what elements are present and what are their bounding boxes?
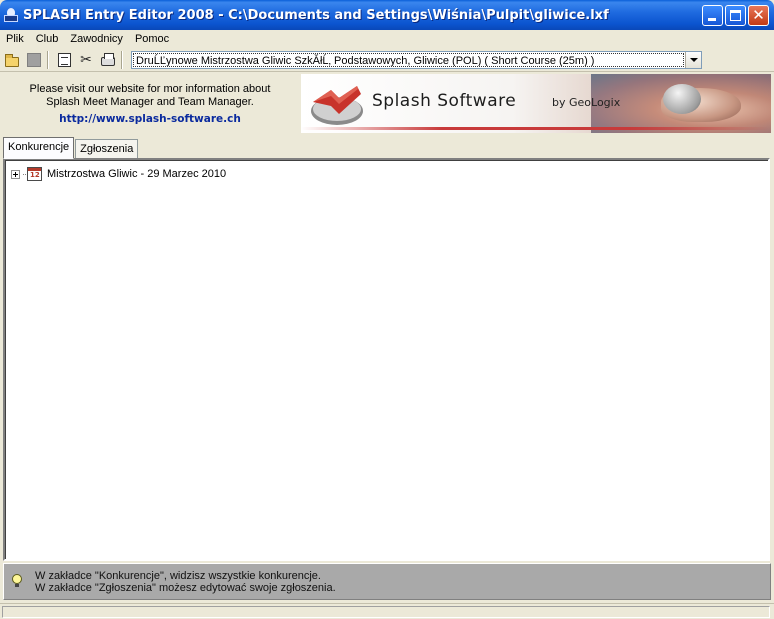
tab-konkurencje[interactable]: Konkurencje: [3, 137, 75, 159]
tree-item-meet[interactable]: Mistrzostwa Gliwic - 29 Marzec 2010: [11, 166, 226, 182]
tab-strip: Konkurencje Zgłoszenia: [0, 137, 774, 159]
close-button[interactable]: ✕: [748, 5, 769, 26]
toolbar-separator: [47, 50, 49, 69]
stop-button[interactable]: [24, 50, 44, 70]
print-button[interactable]: [98, 50, 118, 70]
info-text: Please visit our website for mor informa…: [29, 83, 271, 108]
banner-by: by GeoLogix: [552, 96, 621, 109]
tab-zgloszenia[interactable]: Zgłoszenia: [75, 139, 139, 159]
dropdown-button[interactable]: [685, 52, 701, 68]
status-panel: [2, 606, 770, 618]
minimize-icon: [708, 18, 716, 21]
meet-select-value[interactable]: DruĹĽynowe Mistrzostwa Gliwic SzkĂłĹ‚ Po…: [133, 53, 684, 67]
hint-text: W zakładce "Konkurencje", widzisz wszyst…: [35, 570, 336, 594]
menu-club[interactable]: Club: [30, 33, 65, 45]
toolbar-separator: [121, 50, 123, 69]
events-tree[interactable]: Mistrzostwa Gliwic - 29 Marzec 2010: [3, 158, 770, 561]
status-bar: [0, 603, 774, 619]
maximize-button[interactable]: [725, 5, 746, 26]
swim-cap-image: [663, 84, 701, 114]
menu-bar: Plik Club Zawodnicy Pomoc: [0, 30, 774, 48]
hint-line-2: W zakładce "Zgłoszenia" możesz edytować …: [35, 582, 336, 594]
print-icon: [101, 53, 115, 66]
banner-brand: Splash Software: [372, 91, 517, 111]
open-folder-icon: [5, 53, 19, 67]
close-icon: ✕: [752, 6, 765, 24]
hint-panel: W zakładce "Konkurencje", widzisz wszyst…: [3, 563, 771, 600]
window-controls: ✕: [702, 5, 769, 26]
lightbulb-icon: [12, 574, 22, 588]
tree-item-label[interactable]: Mistrzostwa Gliwic - 29 Marzec 2010: [47, 168, 226, 180]
banner-stripe: [301, 127, 771, 130]
open-button[interactable]: [2, 50, 22, 70]
info-panel: Please visit our website for mor informa…: [0, 73, 300, 134]
maximize-icon: [730, 10, 741, 21]
splash-app-icon[interactable]: [3, 7, 19, 23]
splash-logo-icon: [311, 86, 363, 125]
expand-icon[interactable]: [11, 169, 20, 179]
stop-icon: [27, 52, 41, 67]
website-link[interactable]: http://www.splash-software.ch: [0, 113, 300, 125]
hint-line-1: W zakładce "Konkurencje", widzisz wszyst…: [35, 570, 321, 582]
title-bar[interactable]: SPLASH Entry Editor 2008 - C:\Documents …: [0, 0, 774, 30]
menu-pomoc[interactable]: Pomoc: [129, 33, 175, 45]
chevron-down-icon: [689, 58, 698, 62]
scissors-icon: ✂: [80, 51, 92, 68]
properties-button[interactable]: [54, 50, 74, 70]
minimize-button[interactable]: [702, 5, 723, 26]
window-title: SPLASH Entry Editor 2008 - C:\Documents …: [23, 7, 609, 23]
calendar-icon: [27, 167, 42, 181]
properties-icon: [57, 52, 71, 67]
menu-zawodnicy[interactable]: Zawodnicy: [64, 33, 129, 45]
meet-select[interactable]: DruĹĽynowe Mistrzostwa Gliwic SzkĂłĹ‚ Po…: [131, 51, 702, 69]
cut-button[interactable]: ✂: [76, 50, 96, 70]
tree-connector: [23, 173, 26, 175]
splash-banner: Splash Software by GeoLogix: [301, 74, 771, 133]
menu-plik[interactable]: Plik: [0, 33, 30, 45]
